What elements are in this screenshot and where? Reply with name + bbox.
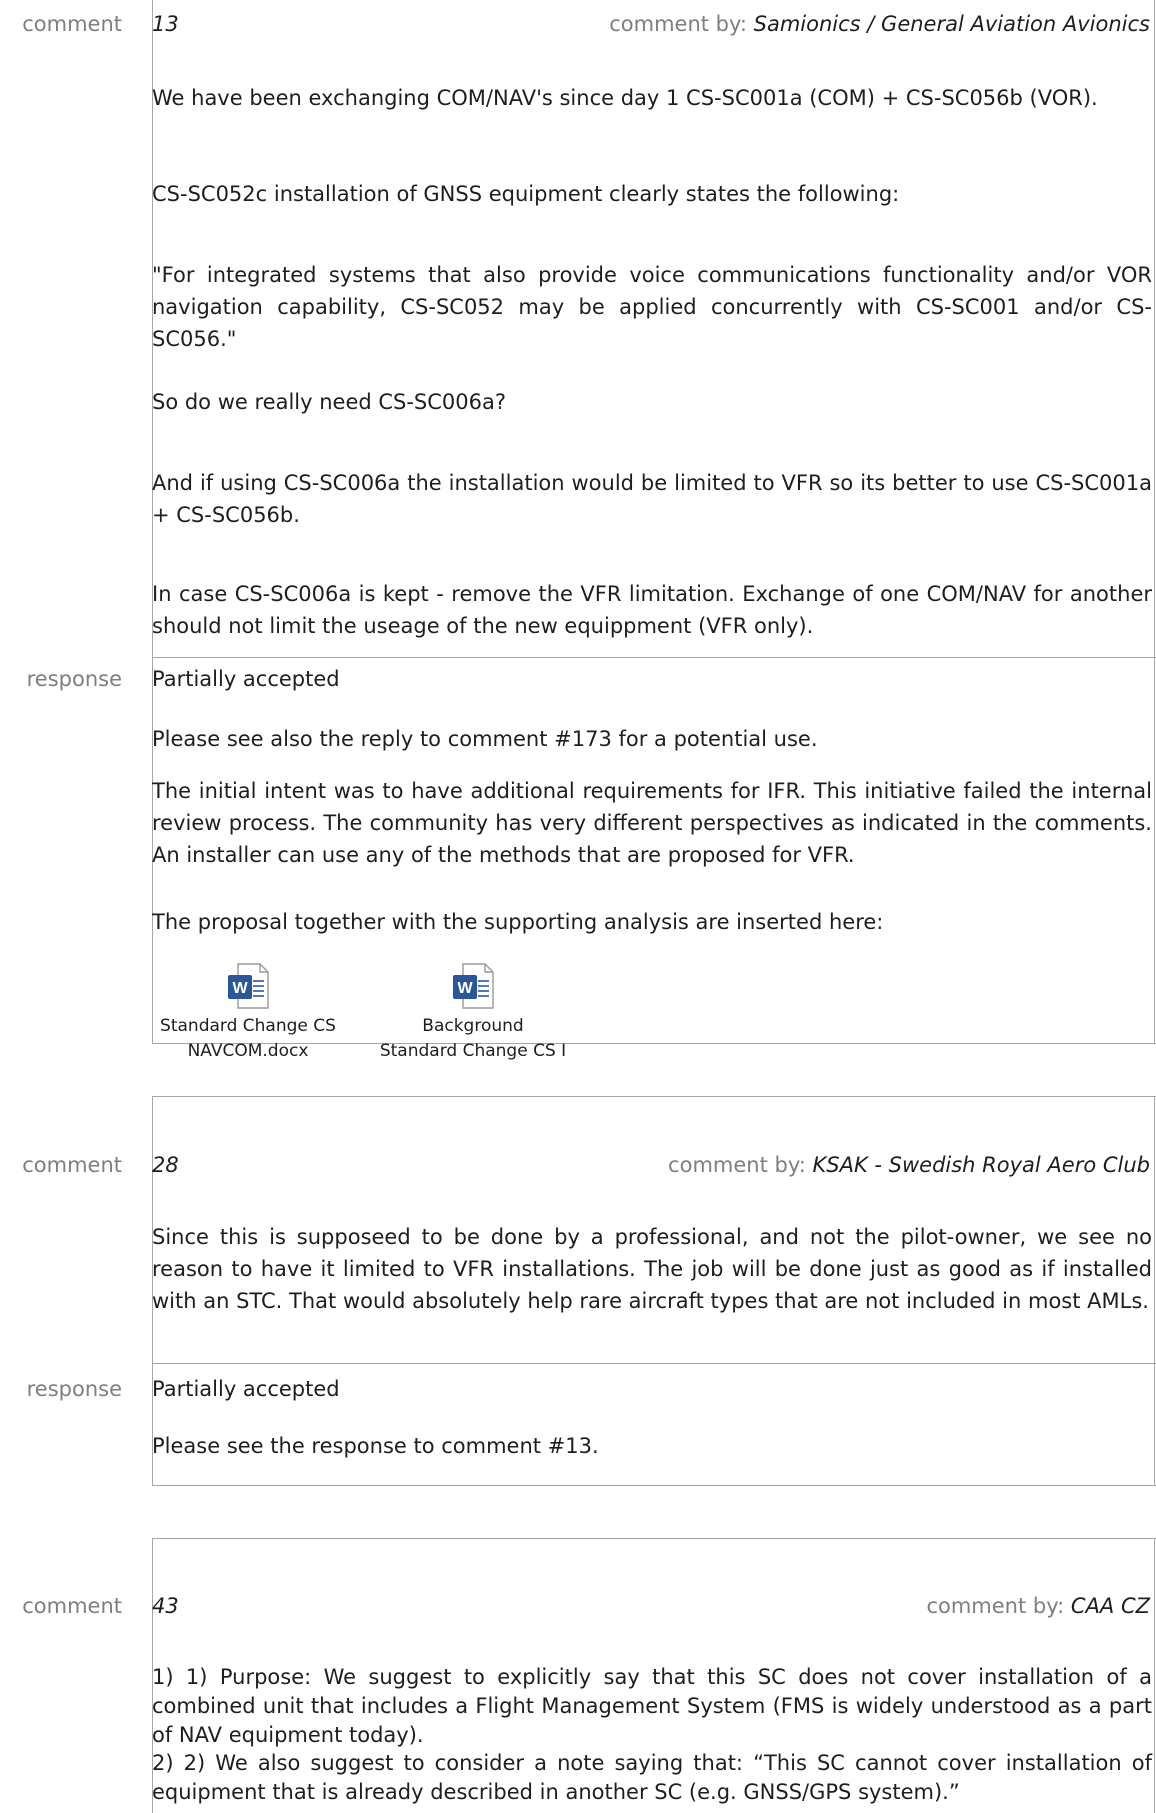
comment-author: comment by: Samionics / General Aviation…	[609, 12, 1150, 36]
comment-paragraph: In case CS-SC006a is kept - remove the V…	[152, 582, 1152, 638]
comment-paragraph: And if using CS-SC006a the installation …	[152, 471, 1152, 527]
comment-paragraph: "For integrated systems that also provid…	[152, 263, 1152, 351]
comment-paragraph: We have been exchanging COM/NAV's since …	[152, 86, 1098, 110]
divider	[152, 1538, 1156, 1539]
comment-author: comment by: KSAK - Swedish Royal Aero Cl…	[668, 1153, 1150, 1177]
divider	[152, 657, 1156, 658]
divider	[1154, 0, 1155, 1043]
attachment-name-line: Background	[422, 1016, 524, 1036]
word-document-icon: W	[228, 963, 269, 1009]
response-paragraph: The initial intent was to have additiona…	[152, 779, 1152, 867]
response-paragraph: The proposal together with the supportin…	[152, 910, 884, 934]
attachment-standard-change-navcom[interactable]: W Standard Change CS NAVCOM.docx	[153, 962, 343, 1064]
divider	[1154, 1538, 1155, 1813]
attachment-name-line: Standard Change CS I	[379, 1041, 567, 1061]
comment-author: comment by: CAA CZ	[926, 1594, 1150, 1618]
attachment-name-line: NAVCOM.docx	[187, 1041, 309, 1061]
divider	[152, 1096, 1156, 1097]
attachment-background-standard-change[interactable]: W Background Standard Change CS I	[378, 962, 568, 1064]
comment-label: comment	[22, 1153, 122, 1177]
word-document-icon: W	[453, 963, 494, 1009]
comment-paragraph: So do we really need CS-SC006a?	[152, 390, 507, 414]
comment-label: comment	[22, 1594, 122, 1618]
comment-paragraph: 2) 2) We also suggest to consider a note…	[152, 1751, 1152, 1804]
comment-label: comment	[22, 12, 122, 36]
response-status: Partially accepted	[152, 667, 340, 691]
divider	[1154, 1096, 1155, 1485]
comment-number: 13	[152, 12, 179, 36]
response-paragraph: Please see the response to comment #13.	[152, 1434, 599, 1458]
comment-paragraph: 1) 1) Purpose: We suggest to explicitly …	[152, 1665, 1152, 1747]
comment-paragraph: Since this is supposeed to be done by a …	[152, 1225, 1152, 1313]
divider	[152, 1485, 1156, 1486]
comment-number: 28	[152, 1153, 179, 1177]
response-paragraph: Please see also the reply to comment #17…	[152, 727, 818, 751]
svg-text:W: W	[232, 980, 248, 997]
svg-text:W: W	[457, 980, 473, 997]
response-label: response	[26, 667, 122, 691]
divider	[152, 1363, 1156, 1364]
response-status: Partially accepted	[152, 1377, 340, 1401]
attachment-name-line: Standard Change CS	[160, 1016, 336, 1036]
comment-number: 43	[152, 1594, 179, 1618]
response-label: response	[26, 1377, 122, 1401]
comment-paragraph: CS-SC052c installation of GNSS equipment…	[152, 182, 900, 206]
